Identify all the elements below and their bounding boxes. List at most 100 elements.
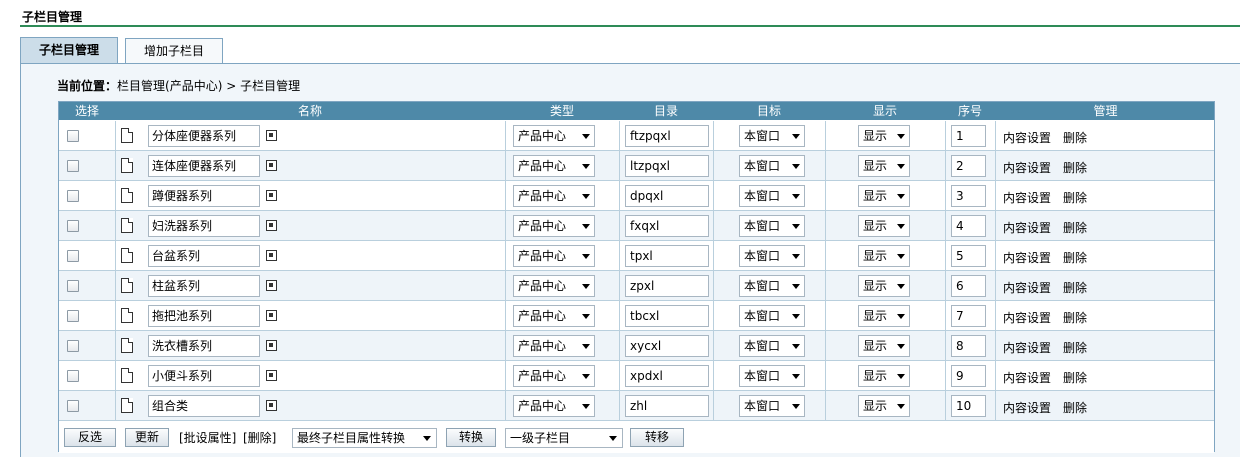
target-select[interactable]: 本窗口 [739,395,805,417]
copy-icon[interactable] [266,250,277,261]
display-select[interactable]: 显示 [858,335,910,357]
type-select[interactable]: 产品中心 [513,335,595,357]
delete-link[interactable]: 删除 [1063,399,1087,416]
target-select[interactable]: 本窗口 [739,125,805,147]
order-input[interactable]: 5 [951,245,986,267]
copy-icon[interactable] [266,310,277,321]
target-select[interactable]: 本窗口 [739,275,805,297]
directory-input[interactable]: tpxl [625,245,709,267]
display-select[interactable]: 显示 [858,275,910,297]
name-input[interactable]: 拖把池系列 [148,305,260,327]
convert-button[interactable]: 转换 [446,428,496,447]
row-checkbox[interactable] [67,190,79,202]
target-select[interactable]: 本窗口 [739,185,805,207]
level-select[interactable]: 一级子栏目 [505,428,623,448]
content-settings-link[interactable]: 内容设置 [1003,339,1051,356]
display-select[interactable]: 显示 [858,305,910,327]
display-select[interactable]: 显示 [858,155,910,177]
update-button[interactable]: 更新 [125,428,169,447]
directory-input[interactable]: dpqxl [625,185,709,207]
type-select[interactable]: 产品中心 [513,155,595,177]
type-select[interactable]: 产品中心 [513,275,595,297]
content-settings-link[interactable]: 内容设置 [1003,219,1051,236]
name-input[interactable]: 连体座便器系列 [148,155,260,177]
order-input[interactable]: 3 [951,185,986,207]
delete-link[interactable]: 删除 [1063,219,1087,236]
delete-link[interactable]: 删除 [1063,189,1087,206]
delete-link[interactable]: 删除 [1063,159,1087,176]
row-checkbox[interactable] [67,280,79,292]
order-input[interactable]: 1 [951,125,986,147]
order-input[interactable]: 2 [951,155,986,177]
target-select[interactable]: 本窗口 [739,155,805,177]
type-select[interactable]: 产品中心 [513,215,595,237]
name-input[interactable]: 洗衣槽系列 [148,335,260,357]
display-select[interactable]: 显示 [858,185,910,207]
name-input[interactable]: 小便斗系列 [148,365,260,387]
batch-delete-link[interactable]: [删除] [243,429,276,446]
order-input[interactable]: 10 [951,395,986,417]
display-select[interactable]: 显示 [858,125,910,147]
copy-icon[interactable] [266,280,277,291]
type-select[interactable]: 产品中心 [513,125,595,147]
directory-input[interactable]: ftzpqxl [625,125,709,147]
batch-attributes-link[interactable]: [批设属性] [179,429,236,446]
content-settings-link[interactable]: 内容设置 [1003,129,1051,146]
type-select[interactable]: 产品中心 [513,395,595,417]
type-select[interactable]: 产品中心 [513,365,595,387]
name-input[interactable]: 蹲便器系列 [148,185,260,207]
directory-input[interactable]: zpxl [625,275,709,297]
delete-link[interactable]: 删除 [1063,249,1087,266]
type-select[interactable]: 产品中心 [513,185,595,207]
copy-icon[interactable] [266,370,277,381]
move-button[interactable]: 转移 [630,428,684,447]
display-select[interactable]: 显示 [858,245,910,267]
attribute-convert-select[interactable]: 最终子栏目属性转换 [292,428,437,448]
row-checkbox[interactable] [67,370,79,382]
delete-link[interactable]: 删除 [1063,369,1087,386]
delete-link[interactable]: 删除 [1063,339,1087,356]
content-settings-link[interactable]: 内容设置 [1003,369,1051,386]
display-select[interactable]: 显示 [858,215,910,237]
directory-input[interactable]: fxqxl [625,215,709,237]
row-checkbox[interactable] [67,400,79,412]
copy-icon[interactable] [266,160,277,171]
name-input[interactable]: 分体座便器系列 [148,125,260,147]
order-input[interactable]: 8 [951,335,986,357]
target-select[interactable]: 本窗口 [739,335,805,357]
target-select[interactable]: 本窗口 [739,215,805,237]
target-select[interactable]: 本窗口 [739,305,805,327]
delete-link[interactable]: 删除 [1063,279,1087,296]
content-settings-link[interactable]: 内容设置 [1003,189,1051,206]
order-input[interactable]: 4 [951,215,986,237]
target-select[interactable]: 本窗口 [739,245,805,267]
row-checkbox[interactable] [67,220,79,232]
display-select[interactable]: 显示 [858,395,910,417]
invert-select-button[interactable]: 反选 [64,428,116,447]
target-select[interactable]: 本窗口 [739,365,805,387]
row-checkbox[interactable] [67,160,79,172]
name-input[interactable]: 台盆系列 [148,245,260,267]
directory-input[interactable]: ltzpqxl [625,155,709,177]
row-checkbox[interactable] [67,250,79,262]
directory-input[interactable]: xpdxl [625,365,709,387]
content-settings-link[interactable]: 内容设置 [1003,279,1051,296]
order-input[interactable]: 7 [951,305,986,327]
tab-add-subcolumn[interactable]: 增加子栏目 [125,38,223,64]
directory-input[interactable]: xycxl [625,335,709,357]
name-input[interactable]: 妇洗器系列 [148,215,260,237]
delete-link[interactable]: 删除 [1063,309,1087,326]
copy-icon[interactable] [266,130,277,141]
directory-input[interactable]: tbcxl [625,305,709,327]
content-settings-link[interactable]: 内容设置 [1003,249,1051,266]
row-checkbox[interactable] [67,310,79,322]
content-settings-link[interactable]: 内容设置 [1003,399,1051,416]
row-checkbox[interactable] [67,340,79,352]
copy-icon[interactable] [266,340,277,351]
copy-icon[interactable] [266,400,277,411]
tab-subcolumn-manage[interactable]: 子栏目管理 [20,37,118,64]
copy-icon[interactable] [266,190,277,201]
display-select[interactable]: 显示 [858,365,910,387]
name-input[interactable]: 柱盆系列 [148,275,260,297]
content-settings-link[interactable]: 内容设置 [1003,309,1051,326]
